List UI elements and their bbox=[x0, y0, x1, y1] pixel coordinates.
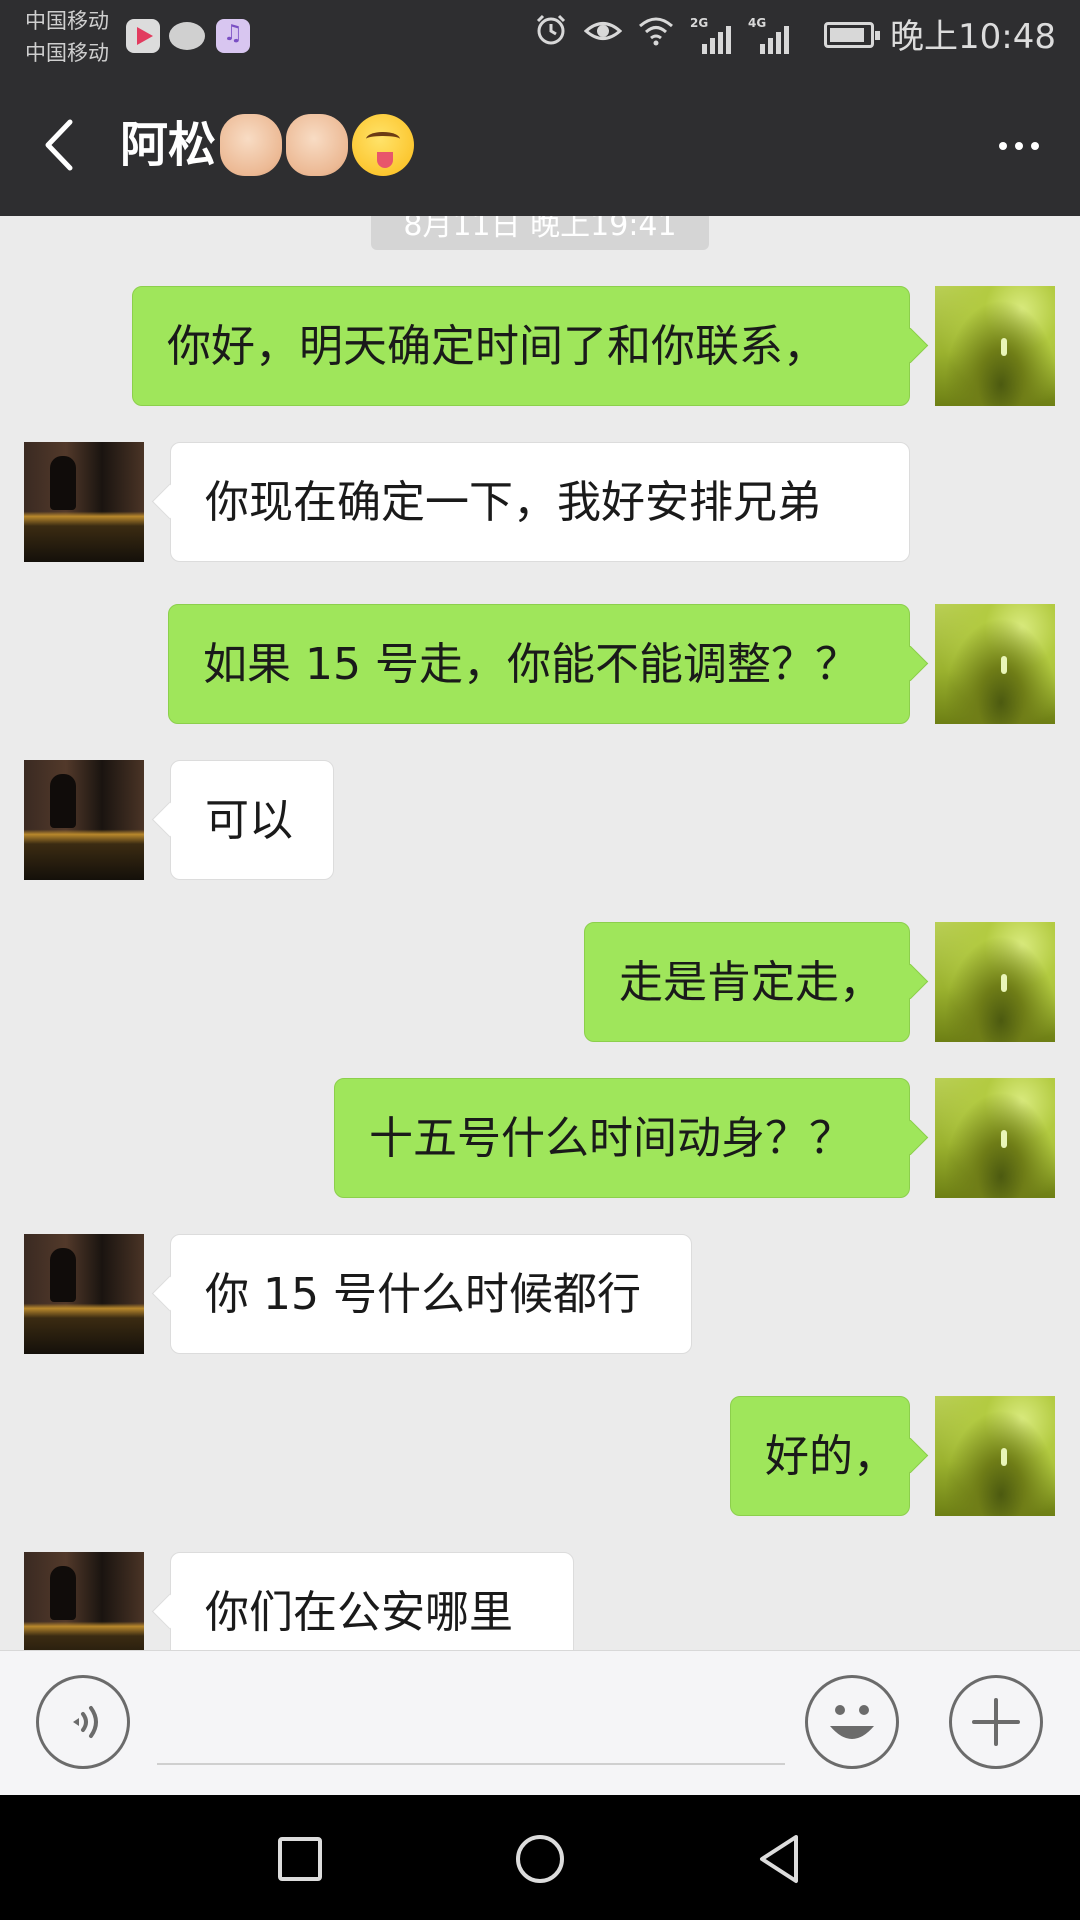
message-text: 你 15 号什么时候都行 bbox=[205, 1269, 641, 1320]
carrier-label-2: 中国移动 bbox=[25, 41, 109, 65]
chat-title: 阿松 bbox=[120, 110, 415, 180]
system-status-icons: 2G 4G bbox=[534, 14, 790, 60]
message-row: 十五号什么时间动身？？ bbox=[0, 1078, 1080, 1198]
chevron-left-icon bbox=[45, 119, 73, 171]
contact-name: 阿松 bbox=[120, 117, 217, 173]
message-text: 你现在确定一下，我好安排兄弟 bbox=[205, 477, 821, 528]
message-row: 你现在确定一下，我好安排兄弟 bbox=[0, 442, 1080, 562]
message-input[interactable] bbox=[157, 1687, 785, 1765]
plus-icon bbox=[972, 1698, 1020, 1746]
status-time: 晚上10:48 bbox=[890, 17, 1056, 57]
received-message-bubble[interactable]: 可以 bbox=[170, 760, 334, 880]
more-dots-icon bbox=[999, 142, 1007, 150]
emoji-button[interactable] bbox=[805, 1675, 899, 1769]
chat-app-icon bbox=[169, 22, 205, 50]
home-circle-icon bbox=[516, 1835, 564, 1883]
message-timestamp: 8月11日 晚上19:41 bbox=[371, 216, 709, 250]
video-app-icon bbox=[126, 19, 160, 53]
chat-header: 阿松 bbox=[0, 74, 1080, 216]
my-avatar[interactable] bbox=[935, 922, 1055, 1042]
my-avatar[interactable] bbox=[935, 286, 1055, 406]
battery-icon bbox=[824, 22, 880, 48]
my-avatar[interactable] bbox=[935, 1078, 1055, 1198]
chat-input-bar bbox=[0, 1650, 1080, 1795]
sent-message-bubble[interactable]: 十五号什么时间动身？？ bbox=[334, 1078, 910, 1198]
more-dots-icon-dot bbox=[1031, 142, 1039, 150]
recents-button[interactable] bbox=[268, 1827, 332, 1891]
my-avatar[interactable] bbox=[935, 604, 1055, 724]
contact-avatar[interactable] bbox=[24, 1234, 144, 1354]
eye-icon bbox=[583, 14, 623, 60]
system-navigation-bar bbox=[0, 1795, 1080, 1920]
back-triangle-icon bbox=[760, 1835, 798, 1883]
message-text: 走是肯定走， bbox=[619, 957, 883, 1008]
message-row: 如果 15 号走，你能不能调整？？ bbox=[0, 604, 1080, 724]
status-bar: 中国移动 中国移动 2G 4G 晚上10:48 bbox=[0, 0, 1080, 74]
message-row: 你好，明天确定时间了和你联系， bbox=[0, 286, 1080, 406]
message-row: 走是肯定走， bbox=[0, 922, 1080, 1042]
voice-input-button[interactable] bbox=[36, 1675, 130, 1769]
contact-avatar[interactable] bbox=[24, 442, 144, 562]
carrier-label-1: 中国移动 bbox=[25, 9, 109, 33]
fist-emoji bbox=[220, 114, 283, 176]
signal-4g-icon: 4G bbox=[748, 16, 790, 54]
message-text: 你们在公安哪里 bbox=[205, 1587, 513, 1638]
received-message-bubble[interactable]: 你 15 号什么时候都行 bbox=[170, 1234, 692, 1354]
squinting-tongue-face-emoji bbox=[352, 114, 415, 176]
alarm-icon bbox=[534, 13, 568, 61]
received-message-bubble[interactable]: 你们在公安哪里 bbox=[170, 1552, 574, 1650]
sent-message-bubble[interactable]: 好的， bbox=[730, 1396, 910, 1516]
message-row: 可以 bbox=[0, 760, 1080, 880]
recents-square-icon bbox=[278, 1837, 322, 1881]
contact-avatar[interactable] bbox=[24, 1552, 144, 1650]
message-row: 你们在公安哪里 bbox=[0, 1552, 1080, 1650]
home-button[interactable] bbox=[508, 1827, 572, 1891]
sent-message-bubble[interactable]: 你好，明天确定时间了和你联系， bbox=[132, 286, 910, 406]
message-row: 你 15 号什么时候都行 bbox=[0, 1234, 1080, 1354]
more-dots-icon-dot bbox=[1015, 142, 1023, 150]
contact-avatar[interactable] bbox=[24, 760, 144, 880]
message-list[interactable]: 8月11日 晚上19:41 你好，明天确定时间了和你联系， 你现在确定一下，我好… bbox=[0, 216, 1080, 1650]
battery-level-fill bbox=[830, 28, 864, 42]
more-options-button[interactable] bbox=[986, 118, 1052, 174]
sent-message-bubble[interactable]: 走是肯定走， bbox=[584, 922, 910, 1042]
my-avatar[interactable] bbox=[935, 1396, 1055, 1516]
wifi-icon bbox=[638, 14, 674, 60]
fist-emoji bbox=[286, 114, 349, 176]
message-text: 你好，明天确定时间了和你联系， bbox=[167, 321, 827, 372]
message-text: 如果 15 号走，你能不能调整？？ bbox=[203, 639, 859, 690]
music-app-icon bbox=[216, 19, 250, 53]
more-functions-button[interactable] bbox=[949, 1675, 1043, 1769]
received-message-bubble[interactable]: 你现在确定一下，我好安排兄弟 bbox=[170, 442, 910, 562]
signal-2g-icon: 2G bbox=[690, 16, 732, 54]
smiley-face-icon bbox=[830, 1705, 874, 1739]
voice-input-icon bbox=[73, 1706, 98, 1738]
message-text: 十五号什么时间动身？？ bbox=[369, 1113, 853, 1164]
message-text: 好的， bbox=[765, 1431, 897, 1482]
message-text: 可以 bbox=[205, 795, 293, 846]
sent-message-bubble[interactable]: 如果 15 号走，你能不能调整？？ bbox=[168, 604, 910, 724]
nav-back-button[interactable] bbox=[748, 1827, 812, 1891]
message-row: 好的， bbox=[0, 1396, 1080, 1516]
back-button[interactable] bbox=[30, 114, 90, 176]
